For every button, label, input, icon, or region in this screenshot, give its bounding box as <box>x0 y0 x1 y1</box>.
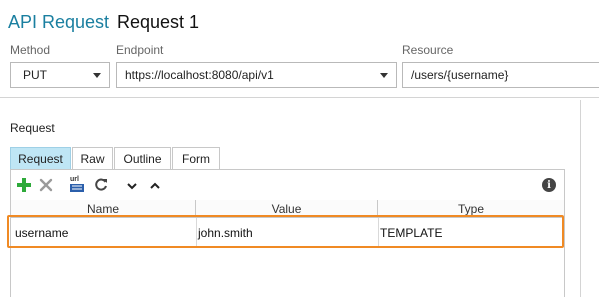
chevron-down-icon <box>380 73 388 78</box>
method-label: Method <box>10 43 51 57</box>
row-divider <box>11 246 564 247</box>
request-section-label: Request <box>10 121 55 135</box>
header-divider <box>0 97 599 98</box>
page-title: Request 1 <box>117 12 200 32</box>
cell-value[interactable]: john.smith <box>198 221 376 245</box>
method-value: PUT <box>23 68 47 82</box>
endpoint-value: https://localhost:8080/api/v1 <box>125 68 274 82</box>
move-up-icon[interactable] <box>150 180 160 190</box>
column-header-value[interactable]: Value <box>196 200 378 218</box>
tab-form[interactable]: Form <box>172 147 220 169</box>
refresh-icon[interactable] <box>93 177 109 193</box>
column-header-name[interactable]: Name <box>11 200 196 218</box>
panel-right-border <box>580 100 581 297</box>
column-header-name-label: Name <box>86 201 119 216</box>
move-down-icon[interactable] <box>127 180 137 190</box>
endpoint-dropdown[interactable]: https://localhost:8080/api/v1 <box>116 62 397 88</box>
encode-icon[interactable]: url <box>68 176 88 194</box>
remove-icon[interactable] <box>38 177 54 193</box>
add-icon[interactable] <box>16 177 32 193</box>
cell-type[interactable]: TEMPLATE <box>380 221 560 245</box>
column-header-type-label: Type <box>457 201 484 216</box>
method-dropdown[interactable]: PUT <box>10 62 110 88</box>
tab-request-label: Request <box>18 151 63 166</box>
endpoint-label: Endpoint <box>116 43 164 57</box>
tab-outline-label: Outline <box>123 151 162 166</box>
cell-name[interactable]: username <box>15 221 195 245</box>
tab-form-label: Form <box>182 151 210 166</box>
resource-input[interactable]: /users/{username} <box>402 62 599 88</box>
tab-request[interactable]: Request <box>10 147 71 169</box>
column-header-type[interactable]: Type <box>378 200 564 218</box>
column-header-value-label: Value <box>271 201 302 216</box>
table-row[interactable]: username john.smith TEMPLATE <box>11 221 564 245</box>
resource-value: /users/{username} <box>411 68 509 82</box>
chevron-down-icon <box>93 73 101 78</box>
tab-raw-label: Raw <box>80 151 105 166</box>
tab-raw[interactable]: Raw <box>72 147 113 169</box>
resource-label: Resource <box>402 43 454 57</box>
page-title-prefix: API Request <box>8 12 110 32</box>
info-icon[interactable]: i <box>542 178 556 192</box>
info-icon-text: i <box>547 179 551 191</box>
tab-outline[interactable]: Outline <box>114 147 171 169</box>
